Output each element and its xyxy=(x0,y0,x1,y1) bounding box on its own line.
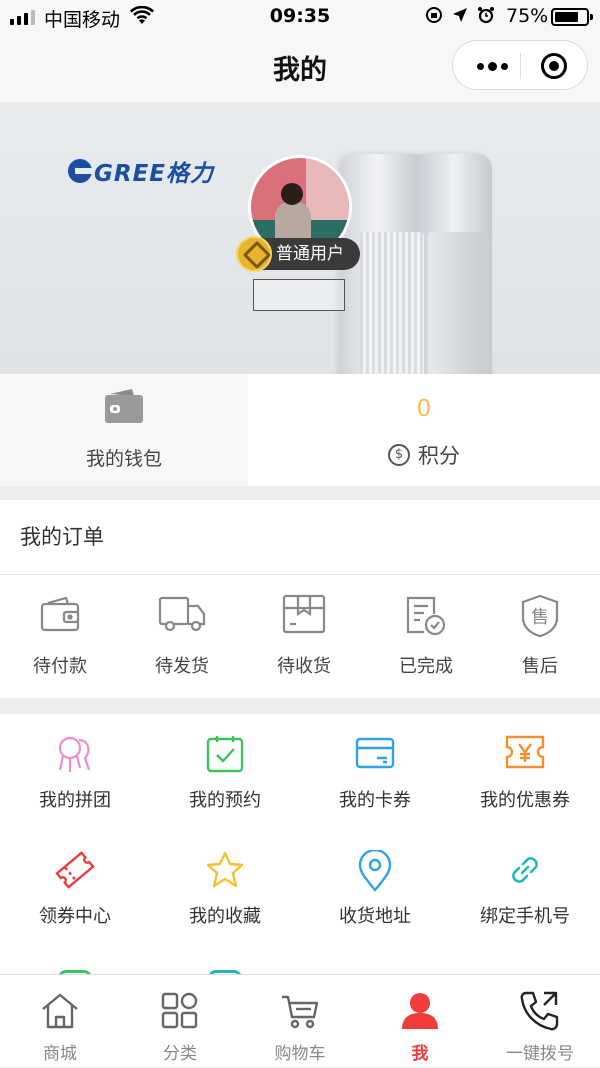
brand-logo-text: GREE格力 xyxy=(94,161,215,187)
wallet-icon xyxy=(40,596,80,632)
wallet-entry[interactable]: 我的钱包 xyxy=(0,374,248,486)
service-group-buy[interactable]: 我的拼团 xyxy=(0,714,150,830)
cart-icon xyxy=(282,995,319,1029)
battery-icon xyxy=(551,8,593,26)
points-label: 积分 xyxy=(418,444,460,468)
order-pending-payment[interactable]: 待付款 xyxy=(0,576,120,698)
truck-icon xyxy=(158,596,206,632)
orders-title[interactable]: 我的订单 xyxy=(0,500,600,575)
order-item-label: 售后 xyxy=(522,656,558,677)
rotation-lock-icon xyxy=(426,7,442,23)
service-label: 收货地址 xyxy=(339,906,411,927)
yen-ticket-icon xyxy=(505,735,545,769)
order-pending-receipt[interactable]: 待收货 xyxy=(244,576,364,698)
location-pin-icon xyxy=(358,850,392,892)
order-pending-shipment[interactable]: 待发货 xyxy=(122,576,242,698)
order-after-sales[interactable]: 售 售后 xyxy=(480,576,600,698)
location-arrow-icon xyxy=(453,8,467,22)
service-label: 绑定手机号 xyxy=(480,906,570,927)
service-label: 领券中心 xyxy=(39,906,111,927)
close-mini-program-icon[interactable] xyxy=(541,53,567,79)
document-check-icon xyxy=(406,596,446,636)
user-level-label: 普通用户 xyxy=(276,244,344,264)
group-buy-icon xyxy=(58,736,91,772)
more-options-icon[interactable] xyxy=(467,47,517,85)
gree-logo-icon xyxy=(68,159,92,183)
my-orders-section: 我的订单 待付款 待发货 待收货 已完成 售 售后 xyxy=(0,500,600,698)
tab-cart[interactable]: 购物车 xyxy=(240,975,360,1068)
order-item-label: 待付款 xyxy=(33,656,87,677)
tab-category[interactable]: 分类 xyxy=(120,975,240,1068)
svg-text:售: 售 xyxy=(531,607,549,628)
service-label: 我的优惠券 xyxy=(480,790,570,811)
mini-program-capsule xyxy=(452,40,588,90)
tab-label: 我 xyxy=(411,1044,429,1064)
order-completed[interactable]: 已完成 xyxy=(366,576,486,698)
service-reservation[interactable]: 我的预约 xyxy=(150,714,300,830)
order-item-label: 已完成 xyxy=(399,656,453,677)
nickname-signature xyxy=(253,279,345,311)
wallet-icon xyxy=(105,389,143,423)
dollar-coin-icon: $ xyxy=(388,444,410,466)
category-grid-icon xyxy=(161,992,198,1029)
phone-call-icon xyxy=(520,991,559,1031)
tab-label: 商城 xyxy=(43,1044,77,1064)
after-sales-shield-icon: 售 xyxy=(521,594,559,638)
service-label: 我的收藏 xyxy=(189,906,261,927)
calendar-check-icon xyxy=(206,736,244,773)
brand-logo: GREE格力 xyxy=(68,154,214,188)
services-grid: 我的拼团 我的预约 我的卡券 我的优惠券 领券中心 我的收藏 收货地址 绑定手机… xyxy=(0,714,600,984)
wallet-label: 我的钱包 xyxy=(85,448,162,470)
star-icon xyxy=(206,851,244,888)
navigation-bar: 我的 xyxy=(0,34,600,102)
order-item-label: 待收货 xyxy=(277,656,331,677)
service-label: 我的预约 xyxy=(189,790,261,811)
service-coupon-center[interactable]: 领券中心 xyxy=(0,830,150,946)
service-cards[interactable]: 我的卡券 xyxy=(300,714,450,830)
home-icon xyxy=(42,993,78,1029)
tab-label: 分类 xyxy=(163,1044,197,1064)
account-stats: 我的钱包 0 $ 积分 xyxy=(0,374,600,486)
person-icon xyxy=(402,993,438,1029)
tab-label: 一键拨号 xyxy=(506,1044,574,1064)
package-icon xyxy=(282,594,326,634)
points-value: 0 xyxy=(416,396,432,422)
profile-banner: GREE格力 普通用户 xyxy=(0,102,600,374)
service-address[interactable]: 收货地址 xyxy=(300,830,450,946)
link-icon xyxy=(512,857,538,883)
service-label: 我的拼团 xyxy=(39,790,111,811)
order-item-label: 待发货 xyxy=(155,656,209,677)
tab-label: 购物车 xyxy=(274,1044,326,1064)
tab-me[interactable]: 我 xyxy=(360,975,480,1068)
battery-percent: 75% xyxy=(506,5,549,27)
capsule-divider xyxy=(520,53,521,79)
service-label: 我的卡券 xyxy=(339,790,411,811)
user-level-badge: 普通用户 xyxy=(236,236,360,272)
service-favorites[interactable]: 我的收藏 xyxy=(150,830,300,946)
service-bind-phone[interactable]: 绑定手机号 xyxy=(450,830,600,946)
status-bar: 中国移动 09:35 75% xyxy=(0,0,600,34)
order-status-row: 待付款 待发货 待收货 已完成 售 售后 xyxy=(0,576,600,698)
card-icon xyxy=(355,737,395,769)
alarm-icon xyxy=(478,7,494,24)
air-conditioner-image xyxy=(340,154,492,374)
tab-mall[interactable]: 商城 xyxy=(0,975,120,1068)
tab-one-click-dial[interactable]: 一键拨号 xyxy=(480,975,600,1068)
ticket-icon xyxy=(55,851,95,889)
service-coupons[interactable]: 我的优惠券 xyxy=(450,714,600,830)
vip-diamond-icon xyxy=(236,236,272,272)
bottom-tab-bar: 商城 分类 购物车 我 一键拨号 xyxy=(0,974,600,1067)
